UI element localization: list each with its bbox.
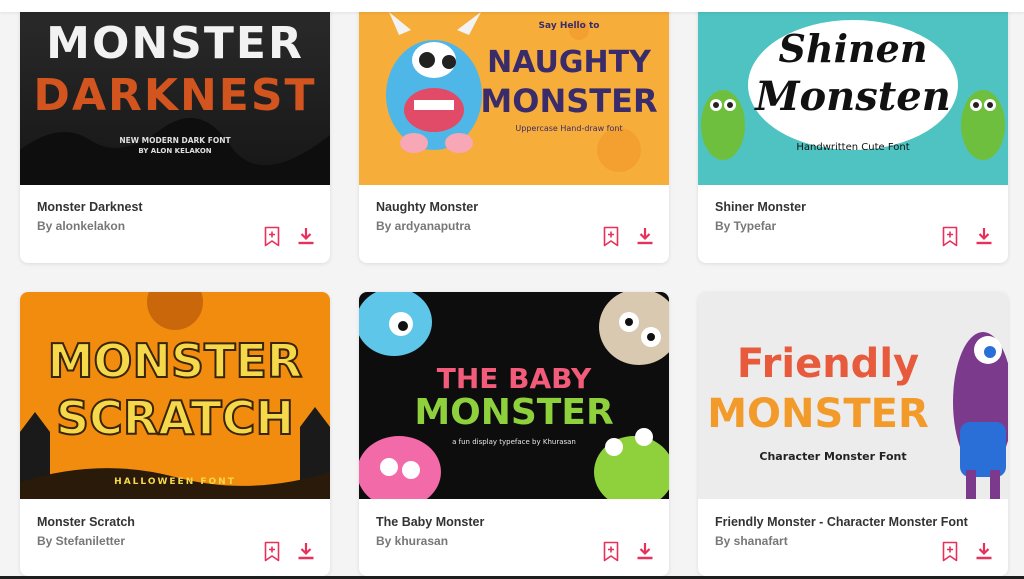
font-thumbnail[interactable]: Shinen Monsten Handwritten Cute Font (698, 0, 1008, 185)
download-icon[interactable] (974, 540, 994, 562)
font-card[interactable]: Friendly MONSTER Character Monster Font … (698, 292, 1008, 576)
preview-tag: Uppercase Hand-draw font (515, 124, 622, 133)
preview-by: BY ALON KELAKON (138, 147, 211, 155)
preview-hello: Say Hello to (539, 21, 600, 31)
download-icon[interactable] (974, 225, 994, 247)
bookmark-icon[interactable] (601, 540, 621, 562)
font-thumbnail[interactable]: Friendly MONSTER Character Monster Font (698, 292, 1008, 499)
preview-line2: Monsten (753, 73, 951, 120)
preview-line1: Shinen (779, 26, 928, 71)
font-card[interactable]: Say Hello to NAUGHTY MONSTER Uppercase H… (359, 0, 669, 263)
font-title[interactable]: Friendly Monster - Character Monster Fon… (715, 514, 991, 530)
preview-tag: Handwritten Cute Font (796, 142, 909, 153)
preview-line1: THE BABY (437, 362, 592, 395)
font-title[interactable]: Naughty Monster (376, 199, 652, 215)
bookmark-icon[interactable] (262, 225, 282, 247)
font-card[interactable]: MONSTER SCRATCH HALLOWEEN FONT Monster S… (20, 292, 330, 576)
font-title[interactable]: The Baby Monster (376, 514, 652, 530)
font-title[interactable]: Monster Scratch (37, 514, 313, 530)
friendly-monster-preview: Friendly MONSTER Character Monster Font (698, 292, 1008, 499)
shiner-monster-preview: Shinen Monsten Handwritten Cute Font (698, 0, 1008, 185)
font-thumbnail[interactable]: MONSTER DARKNEST NEW MODERN DARK FONT BY… (20, 0, 330, 185)
preview-tag: Character Monster Font (759, 450, 906, 463)
the-baby-monster-preview: THE BABY MONSTER a fun display typeface … (359, 292, 669, 499)
download-icon[interactable] (296, 225, 316, 247)
download-icon[interactable] (635, 225, 655, 247)
preview-line1: MONSTER (48, 334, 303, 388)
naughty-monster-preview: Say Hello to NAUGHTY MONSTER Uppercase H… (359, 0, 669, 185)
header-bar (0, 0, 1024, 12)
font-title[interactable]: Monster Darknest (37, 199, 313, 215)
preview-line1: NAUGHTY (487, 45, 652, 80)
preview-line2: MONSTER (480, 82, 657, 120)
preview-tag: NEW MODERN DARK FONT (119, 136, 231, 145)
preview-line1: Friendly (737, 341, 919, 387)
bookmark-icon[interactable] (601, 225, 621, 247)
font-card[interactable]: MONSTER DARKNEST NEW MODERN DARK FONT BY… (20, 0, 330, 263)
font-thumbnail[interactable]: Say Hello to NAUGHTY MONSTER Uppercase H… (359, 0, 669, 185)
preview-line2: DARKNEST (33, 70, 316, 121)
font-thumbnail[interactable]: MONSTER SCRATCH HALLOWEEN FONT (20, 292, 330, 499)
font-card[interactable]: THE BABY MONSTER a fun display typeface … (359, 292, 669, 576)
preview-line2: SCRATCH (56, 391, 294, 445)
font-grid: MONSTER DARKNEST NEW MODERN DARK FONT BY… (0, 0, 1024, 579)
preview-tag: a fun display typeface by Khurasan (452, 438, 576, 446)
monster-darknest-preview: MONSTER DARKNEST NEW MODERN DARK FONT BY… (20, 0, 330, 185)
preview-tag: HALLOWEEN FONT (114, 477, 236, 487)
bookmark-icon[interactable] (940, 225, 960, 247)
bookmark-icon[interactable] (940, 540, 960, 562)
preview-line2: MONSTER (414, 392, 613, 433)
download-icon[interactable] (635, 540, 655, 562)
preview-line2: MONSTER (707, 391, 929, 437)
download-icon[interactable] (296, 540, 316, 562)
monster-scratch-preview: MONSTER SCRATCH HALLOWEEN FONT (20, 292, 330, 499)
preview-line1: MONSTER (46, 18, 304, 69)
font-card[interactable]: Shinen Monsten Handwritten Cute Font Shi… (698, 0, 1008, 263)
bookmark-icon[interactable] (262, 540, 282, 562)
font-thumbnail[interactable]: THE BABY MONSTER a fun display typeface … (359, 292, 669, 499)
font-title[interactable]: Shiner Monster (715, 199, 991, 215)
